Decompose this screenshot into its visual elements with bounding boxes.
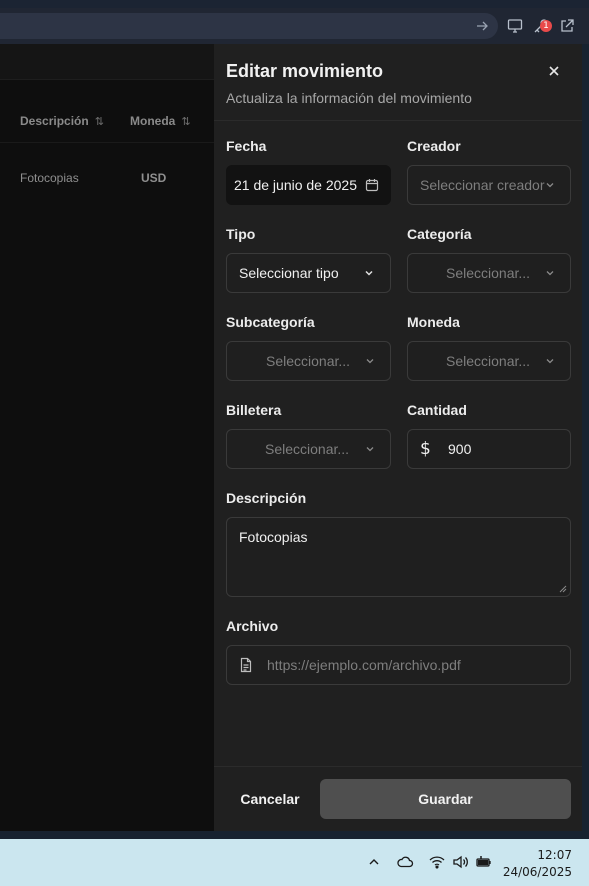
calendar-icon <box>365 179 379 192</box>
billetera-label: Billetera <box>226 402 282 418</box>
panel-edge <box>582 44 589 831</box>
archivo-label: Archivo <box>226 618 279 634</box>
taskbar-separator <box>0 831 589 839</box>
subcategoria-select[interactable]: Seleccionar... <box>226 341 391 381</box>
panel-title: Editar movimiento <box>226 61 384 81</box>
battery-icon[interactable] <box>475 854 493 870</box>
chevron-down-icon <box>546 271 554 276</box>
save-button[interactable]: Guardar <box>320 779 571 819</box>
creador-select[interactable]: Seleccionar creador <box>407 165 571 205</box>
fecha-date-picker[interactable]: 21 de junio de 2025 <box>226 165 391 205</box>
categoria-select[interactable]: Seleccionar... <box>407 253 571 293</box>
sort-icon[interactable]: ⇅ <box>95 115 104 128</box>
app-header <box>0 44 214 80</box>
fecha-value: 21 de junio de 2025 <box>234 177 357 193</box>
chevron-down-icon <box>365 270 373 276</box>
address-bar[interactable] <box>0 13 498 39</box>
moneda-label: Moneda <box>407 314 460 330</box>
fecha-label: Fecha <box>226 138 267 154</box>
chevron-up-icon[interactable] <box>365 854 383 870</box>
column-header-label: Moneda <box>130 114 176 128</box>
edit-movement-panel: Editar movimiento Actualiza la informaci… <box>214 44 582 831</box>
cloud-icon[interactable] <box>396 854 414 870</box>
descripcion-label: Descripción <box>226 490 307 506</box>
resize-handle-icon[interactable] <box>559 585 567 593</box>
footer-divider <box>214 766 582 767</box>
archivo-placeholder: https://ejemplo.com/archivo.pdf <box>267 657 461 673</box>
categoria-label: Categoría <box>407 226 472 242</box>
panel-subtitle: Actualiza la información del movimiento <box>226 90 472 106</box>
table-cell-descripcion: Fotocopias <box>20 171 79 185</box>
table-cell-moneda: USD <box>141 171 167 185</box>
close-icon[interactable] <box>546 63 562 79</box>
billetera-placeholder: Seleccionar... <box>265 441 350 457</box>
cantidad-input[interactable]: $ 900 <box>407 429 571 469</box>
browser-top-strip <box>0 0 589 8</box>
dollar-icon: $ <box>420 439 431 459</box>
browser-toolbar: 1 <box>0 8 589 44</box>
archivo-input[interactable]: https://ejemplo.com/archivo.pdf <box>226 645 571 685</box>
creador-placeholder: Seleccionar creador <box>420 177 545 193</box>
chevron-down-icon <box>546 183 554 188</box>
moneda-select[interactable]: Seleccionar... <box>407 341 571 381</box>
descripcion-textarea[interactable]: Fotocopias <box>226 517 571 597</box>
table-divider <box>0 142 214 143</box>
tipo-label: Tipo <box>226 226 256 242</box>
document-icon <box>240 657 252 673</box>
tipo-value: Seleccionar tipo <box>239 265 339 281</box>
subcategoria-label: Subcategoría <box>226 314 315 330</box>
monitor-icon[interactable] <box>506 17 524 35</box>
cantidad-value: 900 <box>448 441 472 457</box>
sort-icon[interactable]: ⇅ <box>181 115 190 128</box>
billetera-select[interactable]: Seleccionar... <box>226 429 391 469</box>
external-link-icon[interactable] <box>558 17 576 35</box>
clock-time[interactable]: 12:07 <box>537 848 572 862</box>
taskbar: 12:07 24/06/2025 <box>0 839 589 886</box>
volume-icon[interactable] <box>451 854 469 870</box>
arrow-right-icon[interactable] <box>474 18 490 34</box>
column-header-label: Descripción <box>20 114 89 128</box>
chevron-down-icon <box>366 447 374 452</box>
column-header-descripcion[interactable]: Descripción ⇅ <box>20 114 104 128</box>
column-header-moneda[interactable]: Moneda ⇅ <box>130 114 191 128</box>
cancel-button[interactable]: Cancelar <box>226 779 314 819</box>
header-divider <box>214 120 582 121</box>
cantidad-label: Cantidad <box>407 402 467 418</box>
wifi-icon[interactable] <box>428 854 446 870</box>
descripcion-value: Fotocopias <box>239 529 308 545</box>
chevron-down-icon <box>546 359 554 364</box>
extension-badge: 1 <box>540 20 552 32</box>
chevron-down-icon <box>366 359 374 364</box>
clock-date[interactable]: 24/06/2025 <box>503 865 572 879</box>
categoria-placeholder: Seleccionar... <box>446 265 531 281</box>
creador-label: Creador <box>407 138 461 154</box>
app-background: Descripción ⇅ Moneda ⇅ Fotocopias USD <box>0 44 214 831</box>
moneda-placeholder: Seleccionar... <box>446 353 531 369</box>
tipo-select[interactable]: Seleccionar tipo <box>226 253 391 293</box>
subcategoria-placeholder: Seleccionar... <box>266 353 351 369</box>
